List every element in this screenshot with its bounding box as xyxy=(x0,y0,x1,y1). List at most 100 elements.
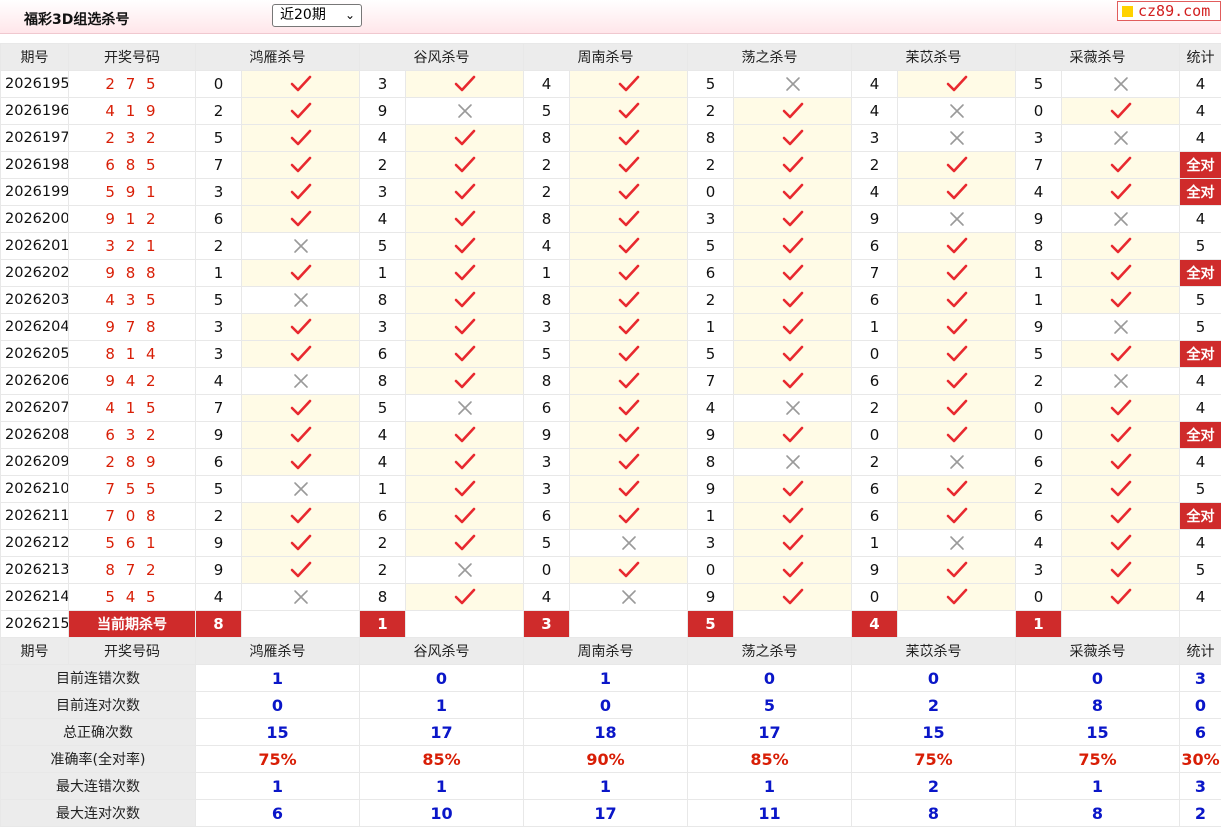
check-icon xyxy=(290,210,312,228)
check-icon xyxy=(454,588,476,606)
hit-mark-cell xyxy=(242,530,360,557)
current-kill-number: 8 xyxy=(196,611,242,638)
kill-number-cell: 9 xyxy=(852,206,898,233)
stats-value-zhounan: 90% xyxy=(524,746,688,773)
stats-value-zhounan: 1 xyxy=(524,773,688,800)
cross-icon xyxy=(785,400,801,416)
col-header-gufeng: 谷风杀号 xyxy=(360,638,524,665)
cross-icon xyxy=(1113,211,1129,227)
miss-mark-cell xyxy=(1062,125,1180,152)
hit-mark-cell xyxy=(406,314,524,341)
hit-mark-cell xyxy=(1062,152,1180,179)
kill-number-cell: 3 xyxy=(688,530,734,557)
empty-cell xyxy=(242,611,360,638)
current-kill-number: 1 xyxy=(1016,611,1062,638)
all-correct-badge: 全对 xyxy=(1180,503,1221,530)
kill-number-cell: 4 xyxy=(360,206,406,233)
kill-number-cell: 3 xyxy=(688,206,734,233)
stats-value-caiwei: 8 xyxy=(1016,800,1180,827)
table-row: 20261972 3 25488334 xyxy=(1,125,1221,152)
all-correct-badge: 全对 xyxy=(1180,152,1221,179)
check-icon xyxy=(454,183,476,201)
hit-mark-cell xyxy=(570,476,688,503)
hit-mark-cell xyxy=(1062,530,1180,557)
stats-value-caiwei: 15 xyxy=(1016,719,1180,746)
kill-number-cell: 4 xyxy=(196,584,242,611)
draw-cell: 5 9 1 xyxy=(69,179,196,206)
check-icon xyxy=(454,507,476,525)
stat-cell: 5 xyxy=(1180,233,1221,260)
stats-value-fuyi: 8 xyxy=(852,800,1016,827)
hit-mark-cell xyxy=(898,422,1016,449)
stats-value-zhounan: 0 xyxy=(524,692,688,719)
issue-cell: 2026206 xyxy=(1,368,69,395)
hit-mark-cell xyxy=(570,206,688,233)
kill-number-cell: 0 xyxy=(1016,98,1062,125)
check-icon xyxy=(782,345,804,363)
hit-mark-cell xyxy=(898,287,1016,314)
hit-mark-cell xyxy=(406,152,524,179)
site-logo[interactable]: cz89.com xyxy=(1117,1,1221,21)
check-icon xyxy=(618,129,640,147)
period-select[interactable]: 近20期⌄ xyxy=(272,4,362,27)
check-icon xyxy=(618,561,640,579)
miss-mark-cell xyxy=(242,476,360,503)
check-icon xyxy=(1110,534,1132,552)
miss-mark-cell xyxy=(734,71,852,98)
cross-icon xyxy=(785,76,801,92)
draw-cell: 9 1 2 xyxy=(69,206,196,233)
stats-label: 最大连对次数 xyxy=(1,800,196,827)
kill-number-cell: 2 xyxy=(196,503,242,530)
check-icon xyxy=(946,588,968,606)
check-icon xyxy=(782,210,804,228)
stat-cell: 5 xyxy=(1180,314,1221,341)
check-icon xyxy=(290,264,312,282)
kill-number-cell: 8 xyxy=(688,449,734,476)
hit-mark-cell xyxy=(898,314,1016,341)
table-row: 20262029 8 8111671全对 xyxy=(1,260,1221,287)
issue-cell: 2026203 xyxy=(1,287,69,314)
hit-mark-cell xyxy=(242,179,360,206)
kill-number-cell: 0 xyxy=(1016,584,1062,611)
draw-cell: 3 2 1 xyxy=(69,233,196,260)
kill-number-cell: 1 xyxy=(1016,287,1062,314)
kill-number-cell: 4 xyxy=(852,179,898,206)
stats-value-hongyan: 75% xyxy=(196,746,360,773)
kill-number-cell: 8 xyxy=(524,125,570,152)
kill-number-cell: 5 xyxy=(688,341,734,368)
kill-number-cell: 2 xyxy=(688,152,734,179)
check-icon xyxy=(1110,345,1132,363)
table-row: 20262013 2 12545685 xyxy=(1,233,1221,260)
logo-square-icon xyxy=(1122,6,1133,17)
check-icon xyxy=(290,507,312,525)
draw-cell: 5 4 5 xyxy=(69,584,196,611)
kill-number-cell: 6 xyxy=(1016,449,1062,476)
kill-number-cell: 2 xyxy=(196,233,242,260)
hit-mark-cell xyxy=(1062,260,1180,287)
stats-value-gufeng: 17 xyxy=(360,719,524,746)
kill-number-cell: 0 xyxy=(1016,422,1062,449)
draw-cell: 4 1 9 xyxy=(69,98,196,125)
stat-cell: 4 xyxy=(1180,395,1221,422)
check-icon xyxy=(1110,480,1132,498)
cross-icon xyxy=(457,103,473,119)
draw-cell: 7 0 8 xyxy=(69,503,196,530)
issue-cell: 2026199 xyxy=(1,179,69,206)
hit-mark-cell xyxy=(734,125,852,152)
draw-cell: 2 3 2 xyxy=(69,125,196,152)
stats-value-hongyan: 15 xyxy=(196,719,360,746)
all-correct-badge: 全对 xyxy=(1180,179,1221,206)
kill-number-cell: 1 xyxy=(360,476,406,503)
check-icon xyxy=(1110,426,1132,444)
hit-mark-cell xyxy=(898,584,1016,611)
current-kill-number: 4 xyxy=(852,611,898,638)
hit-mark-cell xyxy=(570,152,688,179)
check-icon xyxy=(618,291,640,309)
stats-row: 目前连对次数0105280 xyxy=(1,692,1221,719)
stats-row: 最大连对次数6101711882 xyxy=(1,800,1221,827)
kill-number-cell: 8 xyxy=(524,287,570,314)
draw-cell: 4 3 5 xyxy=(69,287,196,314)
kill-number-cell: 8 xyxy=(360,287,406,314)
hit-mark-cell xyxy=(898,476,1016,503)
kill-number-cell: 9 xyxy=(360,98,406,125)
